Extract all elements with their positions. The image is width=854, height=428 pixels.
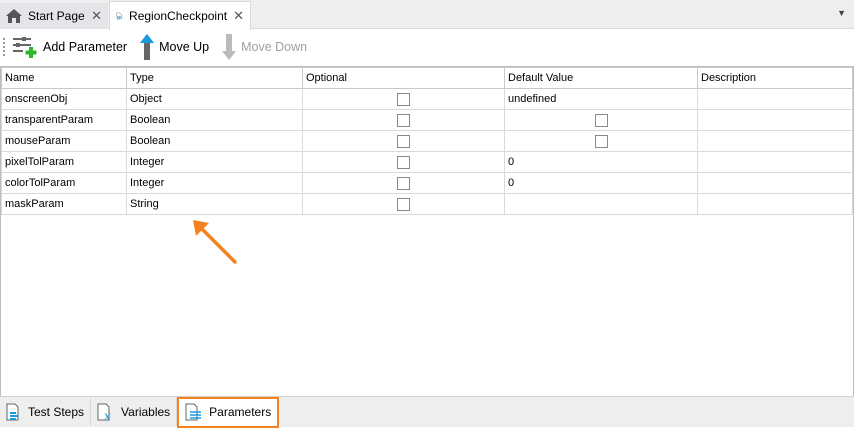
table-row[interactable]: transparentParam Boolean	[1, 109, 853, 131]
default-value-checkbox[interactable]	[594, 134, 608, 148]
tab-label: RegionCheckpoint	[129, 9, 228, 23]
default-value-cell[interactable]: 0	[504, 151, 698, 173]
add-parameter-button[interactable]: Add Parameter	[12, 35, 127, 59]
optional-cell	[302, 193, 505, 215]
description-cell[interactable]	[697, 193, 853, 215]
column-header-description[interactable]: Description	[697, 67, 853, 89]
type-cell[interactable]: Integer	[126, 151, 303, 173]
table-row[interactable]: maskParam String	[1, 193, 853, 215]
description-cell[interactable]	[697, 151, 853, 173]
add-parameter-icon	[13, 37, 37, 58]
optional-checkbox[interactable]	[397, 113, 410, 127]
column-header-default-value[interactable]: Default Value	[504, 67, 698, 89]
table-row[interactable]: onscreenObj Object undefined	[1, 88, 853, 110]
optional-cell	[302, 172, 505, 194]
toolbar-grip[interactable]	[3, 38, 6, 56]
tab-label: Test Steps	[28, 405, 85, 419]
optional-checkbox[interactable]	[397, 176, 410, 190]
table-row[interactable]: colorTolParam Integer 0	[1, 172, 853, 194]
default-value-cell[interactable]	[504, 130, 698, 152]
tab-start-page[interactable]: Start Page ✕	[0, 3, 108, 29]
description-cell[interactable]	[697, 130, 853, 152]
optional-checkbox[interactable]	[397, 155, 410, 169]
default-value-text[interactable]: undefined	[508, 93, 556, 105]
home-icon	[6, 9, 22, 23]
move-up-label: Move Up	[159, 40, 210, 54]
optional-checkbox[interactable]	[397, 134, 410, 148]
tab-parameters[interactable]: Parameters	[177, 396, 280, 428]
type-cell[interactable]: Boolean	[126, 130, 303, 152]
column-header-type[interactable]: Type	[126, 67, 303, 89]
name-cell[interactable]: transparentParam	[1, 109, 127, 131]
optional-checkbox[interactable]	[397, 197, 410, 211]
name-cell[interactable]: maskParam	[1, 193, 127, 215]
name-cell[interactable]: pixelTolParam	[1, 151, 127, 173]
tab-variables[interactable]: x Variables	[91, 398, 178, 426]
svg-text:x: x	[104, 409, 111, 421]
default-value-cell[interactable]: 0	[504, 172, 698, 194]
type-cell[interactable]: Boolean	[126, 109, 303, 131]
move-up-button[interactable]: Move Up	[140, 34, 209, 60]
column-header-optional[interactable]: Optional	[302, 67, 505, 89]
type-cell[interactable]: Integer	[126, 172, 303, 194]
tab-label: Parameters	[209, 405, 272, 419]
annotation-arrow	[193, 220, 237, 264]
add-parameter-label: Add Parameter	[43, 40, 128, 54]
default-value-cell[interactable]: undefined	[504, 88, 698, 110]
checkpoint-icon	[116, 12, 123, 20]
arrow-down-icon	[222, 34, 237, 60]
tab-test-steps[interactable]: Test Steps	[0, 398, 92, 426]
default-value-cell[interactable]	[504, 193, 698, 215]
close-icon[interactable]: ✕	[233, 8, 244, 24]
name-cell[interactable]: mouseParam	[1, 130, 127, 152]
optional-cell	[302, 88, 505, 110]
optional-cell	[302, 109, 505, 131]
description-cell[interactable]	[697, 172, 853, 194]
close-icon[interactable]: ✕	[91, 8, 102, 24]
parameters-icon	[185, 403, 202, 421]
tab-label: Variables	[121, 405, 171, 419]
tab-list-dropdown-icon[interactable]: ▼	[837, 8, 846, 18]
column-header-name[interactable]: Name	[1, 67, 127, 89]
default-value-cell[interactable]	[504, 109, 698, 131]
name-cell[interactable]: colorTolParam	[1, 172, 127, 194]
description-cell[interactable]	[697, 109, 853, 131]
parameters-grid: Name Type Optional Default Value Descrip…	[0, 66, 854, 396]
optional-cell	[302, 130, 505, 152]
table-row[interactable]: pixelTolParam Integer 0	[1, 151, 853, 173]
tab-region-checkpoint[interactable]: RegionCheckpoint ✕	[109, 1, 251, 30]
arrow-up-icon	[140, 34, 155, 60]
description-cell[interactable]	[697, 88, 853, 110]
optional-cell	[302, 151, 505, 173]
type-cell[interactable]: Object	[126, 88, 303, 110]
document-tab-bar: Start Page ✕ RegionCheckpoint ✕ ▼	[0, 0, 854, 30]
default-value-checkbox[interactable]	[594, 113, 608, 127]
move-down-button[interactable]: Move Down	[222, 34, 307, 60]
optional-checkbox[interactable]	[397, 92, 410, 106]
toolbar: Add Parameter Move Up Move Down	[0, 30, 854, 64]
table-row[interactable]: mouseParam Boolean	[1, 130, 853, 152]
name-cell[interactable]: onscreenObj	[1, 88, 127, 110]
move-down-label: Move Down	[241, 40, 308, 54]
variables-icon: x	[97, 403, 111, 421]
bottom-tab-bar: Test Steps x Variables Parameters	[0, 396, 854, 428]
default-value-text[interactable]: 0	[508, 156, 514, 168]
header-row: Name Type Optional Default Value Descrip…	[1, 67, 853, 89]
test-steps-icon	[6, 403, 19, 421]
tab-label: Start Page	[28, 9, 85, 23]
default-value-text[interactable]: 0	[508, 177, 514, 189]
